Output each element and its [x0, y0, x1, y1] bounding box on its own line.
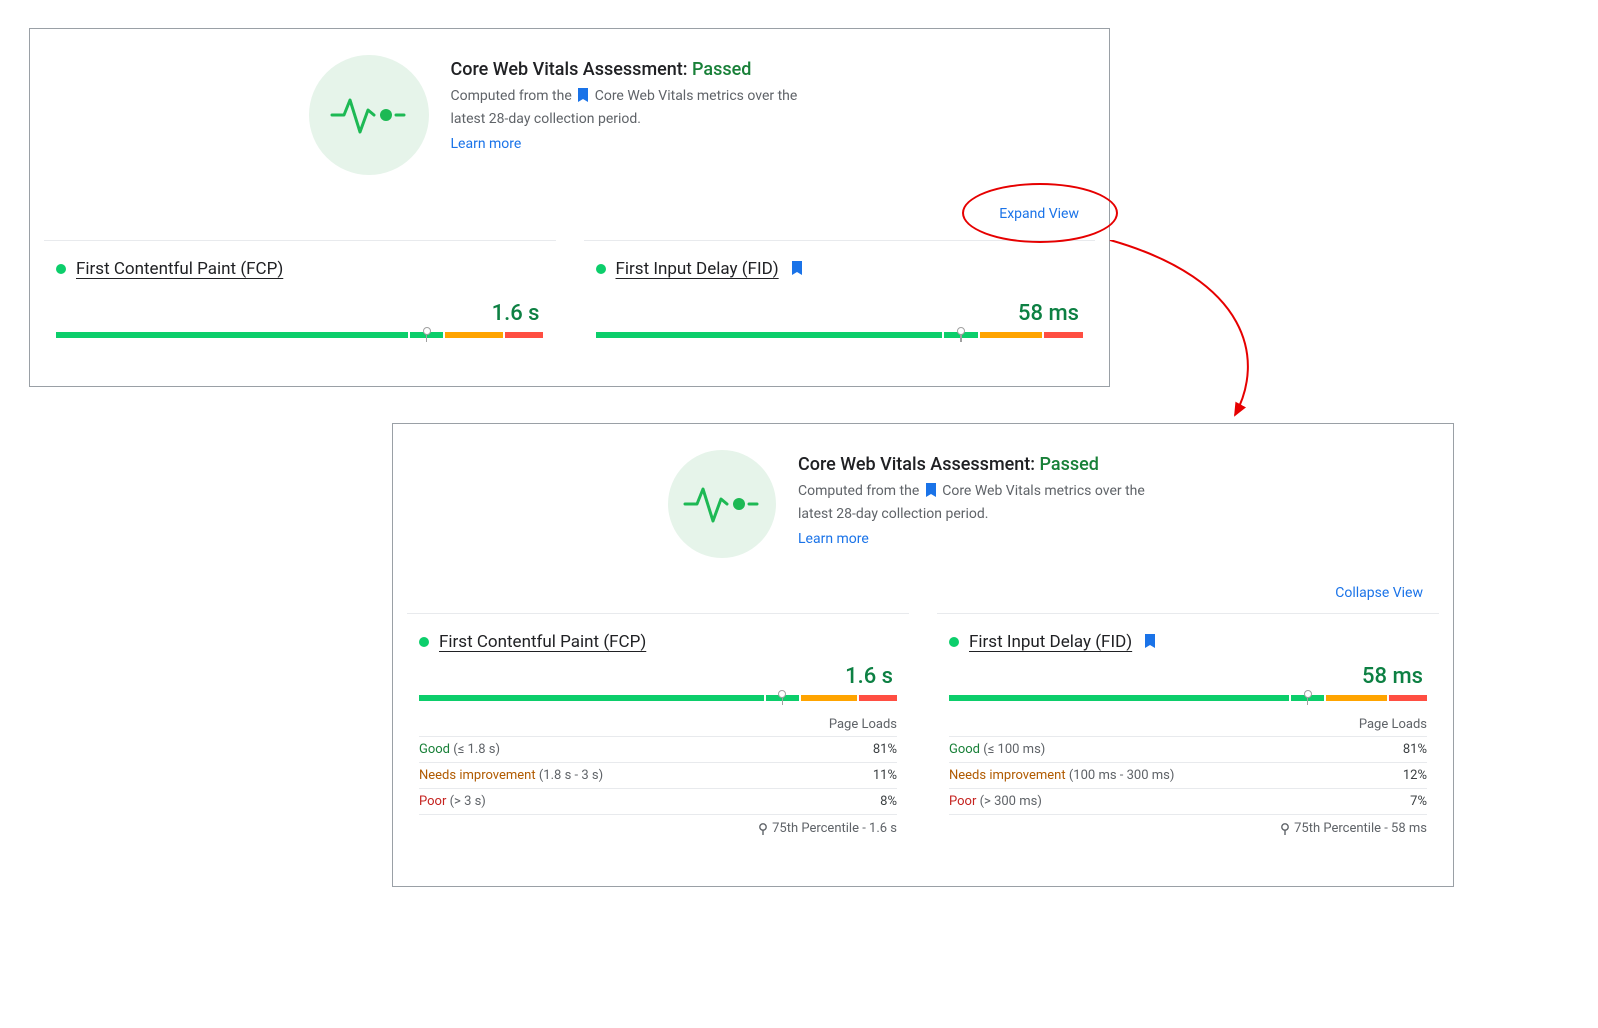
cwv-card-collapsed: Core Web Vitals Assessment: Passed Compu… — [29, 28, 1110, 387]
cwv-header: Core Web Vitals Assessment: Passed Compu… — [30, 29, 1109, 175]
cwv-card-expanded: Core Web Vitals Assessment: Passed Compu… — [392, 423, 1454, 887]
status-dot-good-icon — [596, 264, 606, 274]
metric-fid-name[interactable]: First Input Delay (FID) — [616, 259, 779, 279]
metric-fid-name[interactable]: First Input Delay (FID) — [969, 632, 1132, 652]
row-label: Poor — [419, 794, 446, 809]
metric-fcp-table: Page Loads Good (≤ 1.8 s) 81% Needs impro… — [419, 713, 897, 815]
row-label: Needs improvement — [419, 768, 536, 783]
metric-fcp-bar — [419, 695, 897, 701]
row-pct: 12% — [1403, 768, 1427, 783]
percentile-text: 75th Percentile - 1.6 s — [772, 821, 897, 836]
metric-fcp-value: 1.6 s — [419, 664, 897, 689]
status-dot-good-icon — [949, 637, 959, 647]
cwv-desc-pre: Computed from the — [798, 483, 923, 499]
cwv-header-text: Core Web Vitals Assessment: Passed Compu… — [798, 450, 1178, 558]
cwv-desc: Computed from the Core Web Vitals metric… — [451, 86, 831, 130]
metric-fid-percentile: 75th Percentile - 58 ms — [949, 821, 1427, 836]
learn-more-link[interactable]: Learn more — [451, 136, 522, 152]
metric-fid-value: 58 ms — [949, 664, 1427, 689]
metric-fcp: First Contentful Paint (FCP) 1.6 s Page … — [407, 613, 909, 842]
marker-icon — [1280, 823, 1290, 835]
cwv-header: Core Web Vitals Assessment: Passed Compu… — [393, 424, 1453, 558]
expand-view-link[interactable]: Expand View — [999, 206, 1079, 222]
metric-fcp-name[interactable]: First Contentful Paint (FCP) — [439, 632, 646, 652]
bookmark-icon — [925, 483, 937, 504]
status-dot-good-icon — [419, 637, 429, 647]
row-pct: 81% — [1403, 742, 1427, 757]
metric-fid-value: 58 ms — [596, 301, 1084, 326]
metrics-row: First Contentful Paint (FCP) 1.6 s Page … — [393, 613, 1453, 842]
metric-fcp-name[interactable]: First Contentful Paint (FCP) — [76, 259, 283, 279]
cwv-title-status: Passed — [1040, 454, 1099, 475]
metric-fid-bar — [596, 332, 1084, 338]
pageloads-header: Page Loads — [1359, 717, 1427, 732]
pulse-icon — [309, 55, 429, 175]
metrics-row: First Contentful Paint (FCP) 1.6 s First… — [30, 240, 1109, 344]
metric-fcp-bar — [56, 332, 544, 338]
marker-icon — [758, 823, 768, 835]
bookmark-icon — [577, 88, 589, 109]
table-row: Poor (> 3 s) 8% — [419, 789, 897, 815]
row-pct: 7% — [1410, 794, 1427, 809]
bookmark-icon — [1144, 633, 1156, 652]
metric-fid-bar — [949, 695, 1427, 701]
table-row: Poor (> 300 ms) 7% — [949, 789, 1427, 815]
pageloads-header: Page Loads — [829, 717, 897, 732]
table-row: Good (≤ 100 ms) 81% — [949, 737, 1427, 763]
row-label: Good — [419, 742, 450, 757]
cwv-desc: Computed from the Core Web Vitals metric… — [798, 481, 1178, 525]
row-pct: 11% — [873, 768, 897, 783]
metric-fcp-percentile: 75th Percentile - 1.6 s — [419, 821, 897, 836]
status-dot-good-icon — [56, 264, 66, 274]
table-row: Needs improvement (1.8 s - 3 s) 11% — [419, 763, 897, 789]
table-row: Good (≤ 1.8 s) 81% — [419, 737, 897, 763]
metric-fcp-value: 1.6 s — [56, 301, 544, 326]
row-threshold: (1.8 s - 3 s) — [539, 768, 603, 783]
metric-fid: First Input Delay (FID) 58 ms — [584, 240, 1096, 344]
row-threshold: (≤ 100 ms) — [983, 742, 1045, 757]
row-threshold: (> 300 ms) — [980, 794, 1042, 809]
row-label: Poor — [949, 794, 976, 809]
row-pct: 8% — [880, 794, 897, 809]
learn-more-link[interactable]: Learn more — [798, 531, 869, 547]
bookmark-icon — [791, 260, 803, 279]
cwv-header-text: Core Web Vitals Assessment: Passed Compu… — [451, 55, 831, 175]
metric-fid: First Input Delay (FID) 58 ms Page Loads… — [937, 613, 1439, 842]
cwv-title-prefix: Core Web Vitals Assessment: — [451, 59, 693, 80]
row-label: Good — [949, 742, 980, 757]
row-threshold: (> 3 s) — [450, 794, 486, 809]
row-pct: 81% — [873, 742, 897, 757]
row-label: Needs improvement — [949, 768, 1066, 783]
cwv-title: Core Web Vitals Assessment: Passed — [451, 59, 831, 80]
metric-fid-table: Page Loads Good (≤ 100 ms) 81% Needs impr… — [949, 713, 1427, 815]
cwv-title-status: Passed — [692, 59, 751, 80]
cwv-desc-pre: Computed from the — [451, 88, 576, 104]
row-threshold: (100 ms - 300 ms) — [1069, 768, 1175, 783]
row-threshold: (≤ 1.8 s) — [453, 742, 500, 757]
table-row: Needs improvement (100 ms - 300 ms) 12% — [949, 763, 1427, 789]
pulse-icon — [668, 450, 776, 558]
metric-fcp: First Contentful Paint (FCP) 1.6 s — [44, 240, 556, 344]
cwv-title-prefix: Core Web Vitals Assessment: — [798, 454, 1040, 475]
percentile-text: 75th Percentile - 58 ms — [1294, 821, 1427, 836]
collapse-view-link[interactable]: Collapse View — [1335, 585, 1423, 601]
cwv-title: Core Web Vitals Assessment: Passed — [798, 454, 1178, 475]
